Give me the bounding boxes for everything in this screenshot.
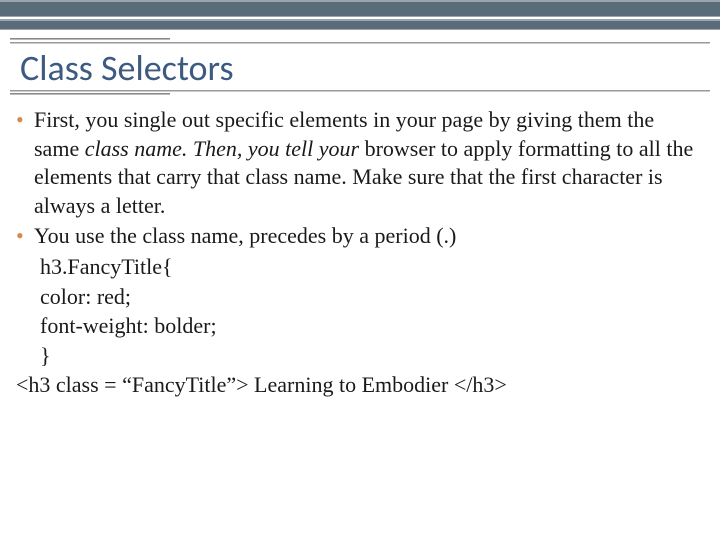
decor-underlines [0, 38, 720, 42]
list-item: • You use the class name, precedes by a … [16, 222, 704, 251]
bullet-icon: • [16, 222, 34, 251]
list-item: • First, you single out specific element… [16, 106, 704, 220]
bullet-text: You use the class name, precedes by a pe… [34, 222, 704, 251]
bullet-icon: • [16, 106, 34, 220]
decor-band-top [0, 0, 720, 17]
slide-body: • First, you single out specific element… [0, 100, 720, 400]
code-line: font-weight: bolder; [40, 312, 704, 341]
html-example-line: <h3 class = “FancyTitle”> Learning to Em… [16, 371, 704, 400]
slide-title: Class Selectors [20, 46, 720, 90]
code-line: } [40, 342, 704, 371]
code-line: h3.FancyTitle{ [40, 253, 704, 282]
code-line: color: red; [40, 283, 704, 312]
decor-band-bottom [0, 19, 720, 30]
decor-underlines-2 [0, 90, 720, 94]
bullet-text: First, you single out specific elements … [34, 106, 704, 220]
code-block: h3.FancyTitle{ color: red; font-weight: … [40, 253, 704, 370]
